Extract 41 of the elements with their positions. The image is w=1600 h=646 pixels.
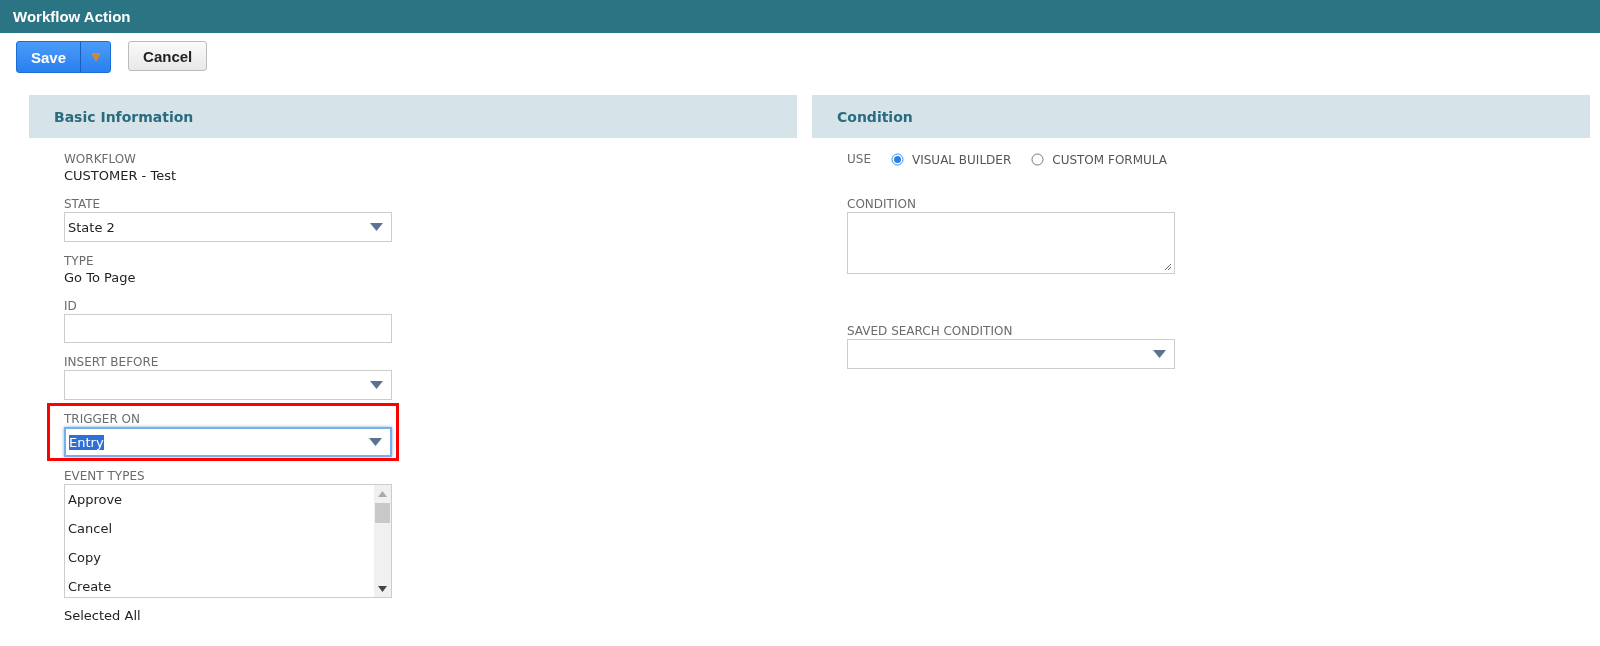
field-label: TYPE (64, 254, 95, 269)
dropdown-caret-icon (1153, 350, 1166, 358)
dropdown[interactable] (64, 370, 392, 400)
radio-option[interactable]: VISUAL BUILDER (891, 152, 1012, 167)
list-option[interactable]: Copy (68, 543, 374, 572)
section-header: Basic Information (29, 95, 797, 138)
field-value: CUSTOMER - Test (64, 167, 178, 185)
dropdown-caret-icon (369, 438, 382, 446)
resize-handle-icon[interactable] (1164, 263, 1172, 271)
field-label: CONDITION (847, 197, 917, 212)
field-label: STATE (64, 197, 102, 212)
field-label: TRIGGER ON (64, 412, 141, 427)
caret-icon (90, 52, 101, 62)
scrollbar[interactable] (374, 485, 391, 597)
dropdown-caret-icon (370, 223, 383, 231)
list-option[interactable]: Cancel (68, 514, 374, 543)
section-header: Condition (812, 95, 1590, 138)
radio-button[interactable] (1031, 153, 1045, 166)
field-value: Go To Page (64, 269, 137, 287)
scroll-thumb[interactable] (375, 503, 390, 523)
field-label: ID (64, 299, 78, 314)
dropdown[interactable] (847, 339, 1175, 369)
scroll-down-icon[interactable] (378, 586, 387, 592)
scroll-up-icon[interactable] (378, 491, 387, 497)
radio-button[interactable] (891, 153, 904, 166)
field-label: SAVED SEARCH CONDITION (847, 324, 1014, 339)
window-title: Workflow Action (13, 8, 131, 25)
radio-option[interactable]: CUSTOM FORMULA (1031, 152, 1167, 167)
input-field[interactable] (64, 314, 392, 343)
cancel-button[interactable]: Cancel (128, 41, 208, 71)
field-label: INSERT BEFORE (64, 355, 160, 370)
field-label: EVENT TYPES (64, 469, 146, 484)
field-label: USE (847, 152, 871, 167)
dropdown[interactable]: State 2 (64, 212, 392, 242)
list-option[interactable]: Create (68, 572, 374, 601)
dropdown-caret-icon (370, 381, 383, 389)
dropdown[interactable]: Entry (64, 427, 392, 457)
field-label: WORKFLOW (64, 152, 137, 167)
multi-select-list[interactable]: Approve Cancel Copy Create (64, 484, 392, 598)
list-option[interactable]: Approve (68, 485, 374, 514)
selection-note: Selected All (64, 608, 142, 623)
